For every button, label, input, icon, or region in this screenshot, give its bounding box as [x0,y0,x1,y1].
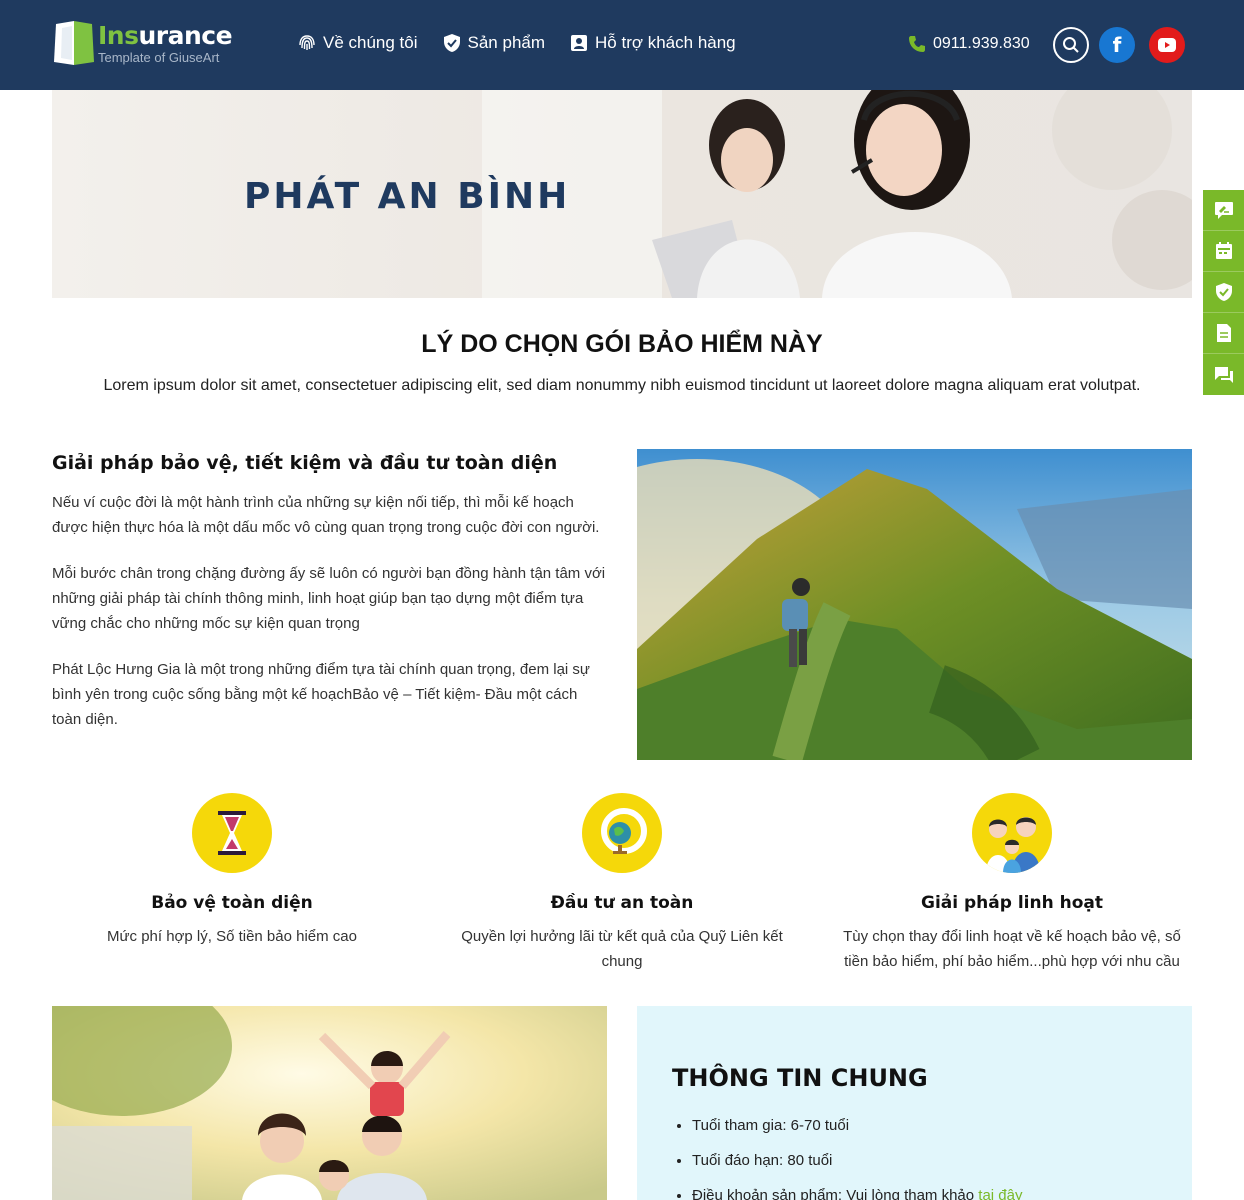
shield-check-icon [443,34,460,52]
solution-paragraph: Phát Lộc Hưng Gia là một trong những điể… [52,661,590,728]
logo-title: Insurance [98,20,233,50]
nav-item-products[interactable]: Sản phẩm [442,33,546,53]
list-item: Tuổi đáo hạn: 80 tuổi [692,1143,1023,1178]
main-nav: Về chúng tôi Sản phẩm Hỗ trợ khách hàng [297,33,736,53]
feature-title: Đầu tư an toàn [550,893,694,913]
youtube-button[interactable] [1149,27,1185,63]
feature-text: Mức phí hợp lý, Số tiền bảo hiểm cao [106,928,357,945]
quote-icon [1214,202,1233,219]
general-info-list: Tuổi tham gia: 6-70 tuổi Tuổi đáo hạn: 8… [692,1108,1023,1200]
reasons-description: Lorem ipsum dolor sit amet, consectetuer… [103,377,1141,394]
phone-icon [909,36,925,52]
facebook-icon: f [1112,33,1122,57]
feature-protection: Bảo vệ toàn diện Mức phí hợp lý, Số tiền… [52,793,412,949]
feature-investment: Đầu tư an toàn Quyền lợi hưởng lãi từ kế… [442,793,802,974]
solution-paragraph: Nếu ví cuộc đời là một hành trình của nh… [52,494,600,536]
logo-subtitle: Template of GiuseArt [98,49,220,65]
feature-title: Giải pháp linh hoạt [921,893,1103,913]
search-button[interactable] [1053,27,1089,63]
side-item-protection[interactable] [1203,272,1244,313]
family-icon [972,793,1052,873]
nav-item-support[interactable]: Hỗ trợ khách hàng [569,33,736,53]
list-item: Điều khoản sản phẩm: Vui lòng tham khảo … [692,1178,1023,1200]
nav-item-about[interactable]: Về chúng tôi [297,33,418,53]
terms-link[interactable]: tại đây [978,1187,1022,1200]
feature-text: Tùy chọn thay đổi linh hoạt về kế hoạch … [843,928,1181,970]
list-item: Tuổi tham gia: 6-70 tuổi [692,1108,1023,1143]
feature-flexible: Giải pháp linh hoạt Tùy chọn thay đổi li… [832,793,1192,974]
nav-label-products: Sản phẩm [467,33,546,52]
logo-mark-icon [52,20,96,66]
globe-icon [582,793,662,873]
call-center-agents-image [52,90,1192,298]
hero-banner: PHÁT AN BÌNH [52,90,1192,298]
nav-label-about: Về chúng tôi [323,33,418,52]
nav-label-support: Hỗ trợ khách hàng [595,33,736,52]
happy-family-image [52,1006,607,1200]
search-icon [1063,37,1079,53]
side-item-quote[interactable] [1203,190,1244,231]
banner-title: PHÁT AN BÌNH [244,176,571,217]
site-header: Insurance Template of GiuseArt Về chúng … [0,0,1244,90]
side-quick-links [1203,190,1244,395]
fingerprint-icon [299,35,315,50]
mountain-hiker-image [637,449,1192,760]
solution-paragraph: Mỗi bước chân trong chặng đường ấy sẽ lu… [52,565,606,632]
hourglass-icon [192,793,272,873]
general-info-box: THÔNG TIN CHUNG Tuổi tham gia: 6-70 tuổi… [637,1006,1192,1200]
general-info-title: THÔNG TIN CHUNG [672,1064,928,1092]
calendar-icon [1215,242,1232,259]
phone-number: 0911.939.830 [933,35,1030,52]
shield-check-icon [1215,283,1232,301]
feature-title: Bảo vệ toàn diện [151,893,313,913]
terms-text: Điều khoản sản phẩm: Vui lòng tham khảo [692,1187,979,1200]
reasons-title: LÝ DO CHỌN GÓI BẢO HIỂM NÀY [421,330,823,358]
side-item-calendar[interactable] [1203,231,1244,272]
phone-contact[interactable]: 0911.939.830 [907,34,1030,54]
youtube-icon [1158,38,1176,52]
solution-section: Giải pháp bảo vệ, tiết kiệm và đầu tư to… [52,452,607,753]
logo[interactable]: Insurance Template of GiuseArt [52,20,233,66]
feature-text: Quyền lợi hưởng lãi từ kết quả của Quỹ L… [461,928,783,970]
solution-heading: Giải pháp bảo vệ, tiết kiệm và đầu tư to… [52,452,558,474]
contact-card-icon [571,35,588,51]
facebook-button[interactable]: f [1099,27,1135,63]
